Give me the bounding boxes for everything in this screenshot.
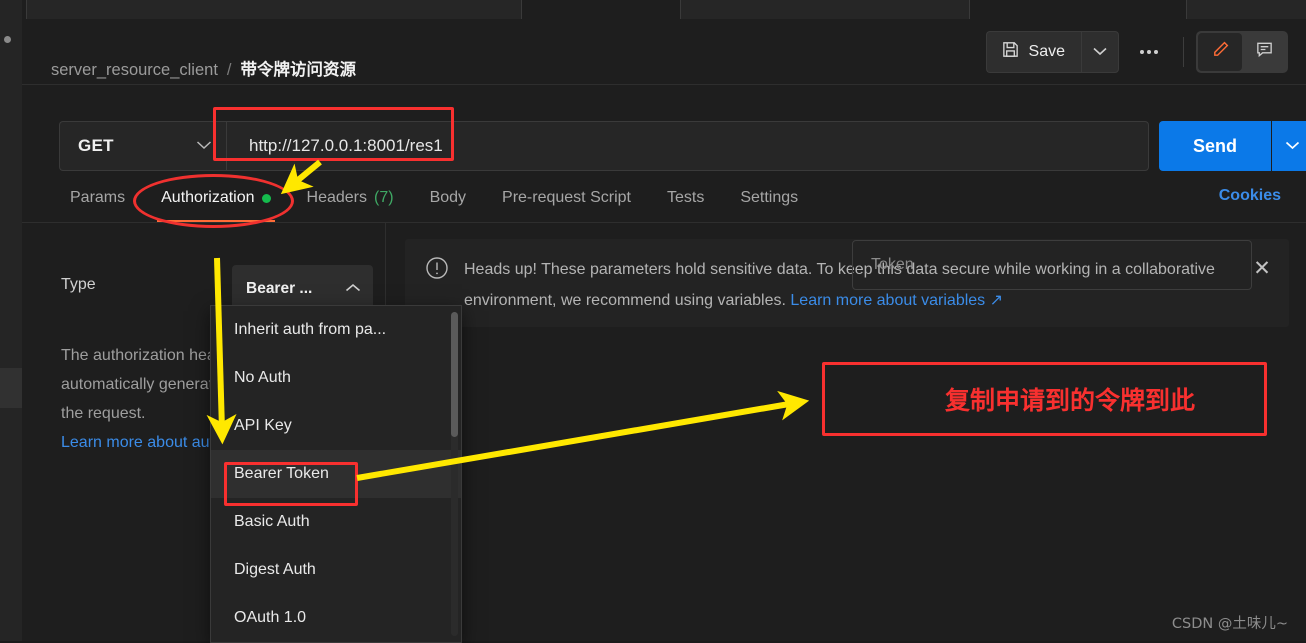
dropdown-option-digest-auth[interactable]: Digest Auth: [211, 546, 461, 594]
send-options-button[interactable]: [1272, 121, 1306, 171]
external-link-icon: ↗: [989, 292, 1004, 309]
url-input[interactable]: http://127.0.0.1:8001/res1: [226, 121, 1149, 171]
http-method-label: GET: [78, 136, 114, 155]
tab-pre-request-script[interactable]: Pre-request Script: [484, 174, 649, 222]
breadcrumb-request-name[interactable]: 带令牌访问资源: [241, 56, 357, 80]
more-actions-button[interactable]: [1127, 32, 1171, 72]
chevron-down-icon: [1285, 137, 1300, 155]
left-sidebar-rail[interactable]: [0, 0, 23, 641]
alert-circle-icon: [425, 256, 449, 285]
ellipsis-icon: [1154, 50, 1158, 54]
request-tabs: Params Authorization Headers (7) Body Pr…: [52, 174, 816, 222]
request-tab-strip[interactable]: [22, 0, 1306, 20]
tab-label: Body: [429, 189, 467, 206]
floppy-disk-icon: [1001, 40, 1020, 64]
auth-right-column: Heads up! These parameters hold sensitiv…: [386, 223, 1306, 641]
ellipsis-icon: [1147, 50, 1151, 54]
breadcrumb: server_resource_client / 带令牌访问资源: [51, 56, 356, 80]
dropdown-option-api-key[interactable]: API Key: [211, 402, 461, 450]
dropdown-option-inherit[interactable]: Inherit auth from pa...: [211, 306, 461, 354]
header-divider: [1183, 37, 1184, 67]
dropdown-option-bearer-token[interactable]: Bearer Token: [211, 450, 461, 498]
dropdown-option-no-auth[interactable]: No Auth: [211, 354, 461, 402]
request-tab[interactable]: [680, 0, 970, 19]
tab-label: Headers: [306, 189, 367, 206]
annotation-chinese-note: 复制申请到的令牌到此: [945, 386, 1196, 415]
tab-label: Params: [70, 189, 126, 206]
dropdown-scrollbar[interactable]: [451, 312, 458, 636]
banner-close-button[interactable]: ✕: [1249, 255, 1275, 281]
tab-authorization[interactable]: Authorization: [143, 174, 288, 222]
watermark: CSDN @土味儿~: [1171, 616, 1288, 632]
chevron-up-icon: [345, 280, 361, 298]
save-button[interactable]: Save: [985, 31, 1081, 73]
tab-label: Pre-request Script: [502, 189, 631, 206]
http-method-select[interactable]: GET: [59, 121, 226, 171]
request-header: server_resource_client / 带令牌访问资源 Save: [22, 19, 1306, 85]
token-placeholder: Token: [871, 256, 914, 273]
cookies-link[interactable]: Cookies: [1219, 187, 1281, 205]
rail-status-dot-icon: [4, 36, 11, 43]
send-button[interactable]: Send: [1159, 121, 1271, 171]
chevron-down-icon: [1093, 43, 1107, 61]
breadcrumb-collection[interactable]: server_resource_client: [51, 61, 218, 80]
tab-headers[interactable]: Headers (7): [289, 174, 412, 222]
dropdown-option-basic-auth[interactable]: Basic Auth: [211, 498, 461, 546]
auth-type-label: Type: [61, 276, 96, 293]
url-input-value: http://127.0.0.1:8001/res1: [249, 136, 443, 155]
tab-tests[interactable]: Tests: [649, 174, 722, 222]
banner-learn-more-link[interactable]: Learn more about variables ↗: [790, 292, 1003, 309]
ellipsis-icon: [1140, 50, 1144, 54]
auth-type-dropdown[interactable]: Inherit auth from pa... No Auth API Key …: [210, 305, 462, 643]
rail-selected-item[interactable]: [0, 368, 22, 408]
auth-type-selected-value: Bearer ...: [246, 280, 313, 297]
request-tabs-row: Params Authorization Headers (7) Body Pr…: [22, 174, 1306, 223]
chevron-down-icon: [196, 137, 212, 155]
request-tab[interactable]: [1186, 0, 1306, 19]
tab-params[interactable]: Params: [52, 174, 143, 222]
tab-headers-count: (7): [374, 189, 394, 206]
breadcrumb-separator: /: [226, 61, 232, 79]
header-actions: Save: [985, 31, 1288, 73]
comment-mode-button[interactable]: [1242, 33, 1286, 71]
tab-body[interactable]: Body: [412, 174, 484, 222]
dropdown-option-oauth-1[interactable]: OAuth 1.0: [211, 594, 461, 642]
save-button-label: Save: [1028, 43, 1065, 60]
view-mode-toggle: [1196, 31, 1288, 73]
tab-label: Authorization: [161, 189, 255, 206]
tab-label: Settings: [740, 189, 799, 206]
banner-link-label: Learn more about variables: [790, 292, 986, 309]
close-icon: ✕: [1253, 256, 1271, 280]
save-options-button[interactable]: [1081, 31, 1119, 73]
dropdown-scrollbar-thumb[interactable]: [451, 312, 458, 437]
token-field[interactable]: Token: [852, 240, 1252, 290]
tab-status-dot-icon: [261, 193, 271, 203]
edit-mode-button[interactable]: [1198, 33, 1242, 71]
tab-settings[interactable]: Settings: [722, 174, 816, 222]
tab-label: Tests: [666, 189, 705, 206]
request-tab[interactable]: [26, 0, 522, 19]
comment-icon: [1255, 40, 1274, 64]
pencil-icon: [1211, 40, 1230, 64]
url-row: GET http://127.0.0.1:8001/res1 Send: [22, 85, 1306, 171]
postman-window: server_resource_client / 带令牌访问资源 Save GE…: [0, 0, 1306, 643]
